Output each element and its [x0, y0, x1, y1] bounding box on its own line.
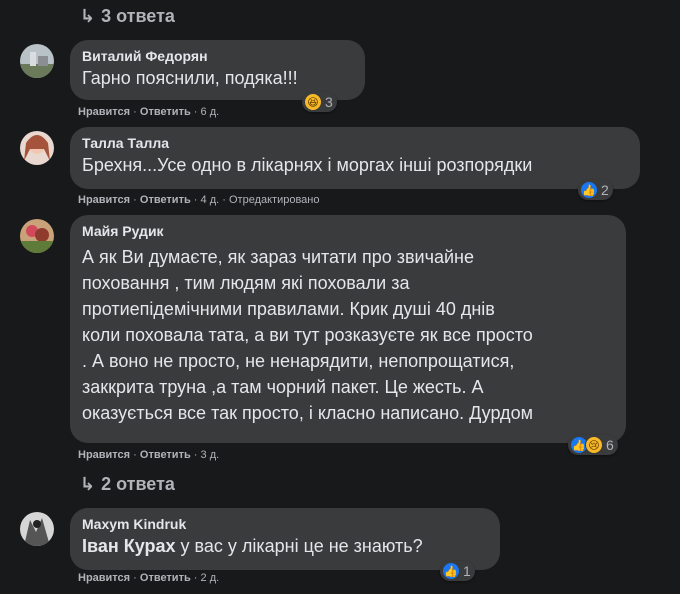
- like-button[interactable]: Нравится: [78, 194, 130, 206]
- comment-author[interactable]: Майя Рудик: [82, 222, 614, 240]
- edited-label: Отредактировано: [228, 194, 320, 206]
- reactions-summary[interactable]: 😆 3: [302, 92, 337, 112]
- avatar[interactable]: [20, 44, 54, 78]
- comment-actions: Нравится · Ответить · 6 д.: [78, 106, 220, 118]
- view-replies-label: 3 ответа: [101, 6, 175, 26]
- reaction-count: 6: [606, 437, 614, 453]
- reply-arrow-icon: ↳: [80, 6, 96, 26]
- comment-text-line: оказується все так просто, і класно напи…: [82, 403, 533, 423]
- like-button[interactable]: Нравится: [78, 572, 130, 584]
- comment-text-rest: у вас у лікарні це не знають?: [175, 536, 423, 556]
- view-replies-link[interactable]: ↳ 3 ответа: [80, 6, 175, 27]
- view-replies-link[interactable]: ↳ 2 ответа: [80, 474, 175, 495]
- like-button[interactable]: Нравится: [78, 449, 130, 461]
- comment-text-line: А як Ви думаєте, як зараз читати про зви…: [82, 247, 475, 267]
- comment-author[interactable]: Талла Талла: [82, 134, 628, 152]
- comment-time[interactable]: 2 д.: [201, 572, 220, 584]
- like-button[interactable]: Нравится: [78, 106, 130, 118]
- reply-button[interactable]: Ответить: [140, 449, 191, 461]
- comment-text: Іван Курах у вас у лікарні це не знають?: [82, 533, 488, 559]
- reply-button[interactable]: Ответить: [140, 106, 191, 118]
- reaction-count: 3: [325, 94, 333, 110]
- comment-bubble: Виталий Федорян Гарно пояснили, подяка!!…: [70, 40, 365, 100]
- comment-actions: Нравится · Ответить · 2 д.: [78, 572, 220, 584]
- comment-text-line: поховання , тим людям які поховали за: [82, 273, 410, 293]
- reactions-summary[interactable]: 👍 😢 6: [568, 435, 618, 455]
- comment-text: Брехня...Усе одно в лікарнях і моргах ін…: [82, 155, 533, 175]
- avatar[interactable]: [20, 131, 54, 165]
- comment-bubble: Майя Рудик А як Ви думаєте, як зараз чит…: [70, 215, 626, 443]
- avatar[interactable]: [20, 219, 54, 253]
- comment-time[interactable]: 6 д.: [201, 106, 220, 118]
- comment-time[interactable]: 4 д.: [201, 194, 220, 206]
- comment-bubble: Талла Талла Брехня...Усе одно в лікарнях…: [70, 127, 640, 189]
- reaction-count: 2: [601, 182, 609, 198]
- comment-bubble: Maxym Kindruk Іван Курах у вас у лікарні…: [70, 508, 500, 570]
- view-replies-label: 2 ответа: [101, 474, 175, 494]
- like-icon: 👍: [580, 181, 598, 199]
- reply-button[interactable]: Ответить: [140, 572, 191, 584]
- sad-icon: 😢: [585, 436, 603, 454]
- comment-actions: Нравится · Ответить · 3 д.: [78, 449, 220, 461]
- comment-text-line: коли поховала тата, а ви тут розказуєте …: [82, 325, 533, 345]
- reactions-summary[interactable]: 👍 1: [440, 561, 475, 581]
- like-icon: 👍: [442, 562, 460, 580]
- comment-text-line: . А воно не просто, не ненарядити, непоп…: [82, 351, 515, 371]
- comment-text-line: заккрита труна ,а там чорний пакет. Це ж…: [82, 377, 484, 397]
- reaction-count: 1: [463, 563, 471, 579]
- comment-text-line: протиепідемічними правилами. Крик душі 4…: [82, 299, 495, 319]
- comment-author[interactable]: Виталий Федорян: [82, 47, 353, 65]
- reply-arrow-icon: ↳: [80, 474, 96, 494]
- comment-text: Гарно пояснили, подяка!!!: [82, 68, 298, 88]
- reply-button[interactable]: Ответить: [140, 194, 191, 206]
- haha-icon: 😆: [304, 93, 322, 111]
- mention-link[interactable]: Іван Курах: [82, 536, 176, 556]
- comment-actions: Нравится · Ответить · 4 д. · Отредактиро…: [78, 194, 320, 206]
- comment-author[interactable]: Maxym Kindruk: [82, 515, 488, 533]
- reactions-summary[interactable]: 👍 2: [578, 180, 613, 200]
- comment-time[interactable]: 3 д.: [201, 449, 220, 461]
- avatar[interactable]: [20, 512, 54, 546]
